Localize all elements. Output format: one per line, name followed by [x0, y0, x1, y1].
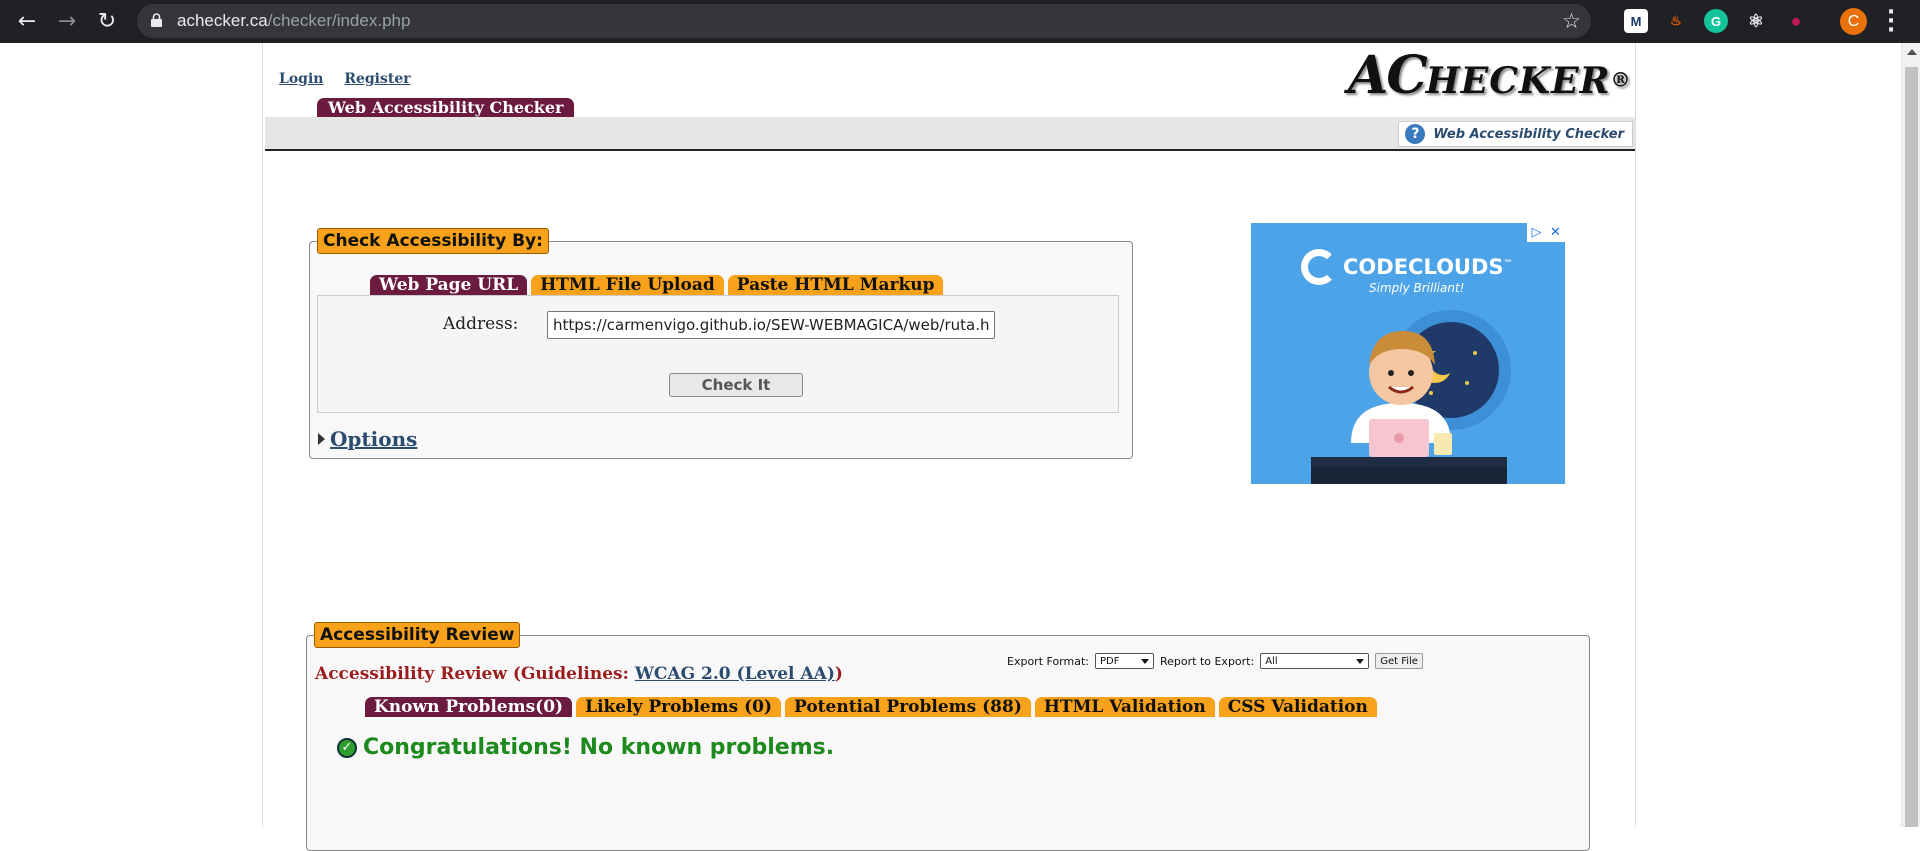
- register-link[interactable]: Register: [344, 71, 410, 87]
- chevron-down-icon: [1140, 658, 1149, 664]
- accessibility-review-fieldset: Accessibility Review Accessibility Revie…: [306, 622, 1590, 851]
- help-link[interactable]: ? Web Accessibility Checker: [1398, 121, 1633, 147]
- url-text: achecker.ca/checker/index.php: [177, 11, 411, 30]
- check-it-button[interactable]: Check It: [669, 373, 803, 397]
- back-icon[interactable]: ←: [12, 6, 42, 36]
- congratulations-message: ✓ Congratulations! No known problems.: [337, 735, 834, 760]
- input-method-tabs: Web Page URL HTML File Upload Paste HTML…: [370, 275, 944, 295]
- options-toggle[interactable]: Options: [318, 427, 417, 451]
- chevron-down-icon: [1356, 658, 1365, 664]
- lock-icon: [151, 13, 162, 27]
- bookmark-star-icon[interactable]: ☆: [1562, 9, 1581, 33]
- account-links: Login Register: [279, 71, 427, 87]
- address-input[interactable]: https://carmenvigo.github.io/SEW-WEBMAGI…: [547, 311, 995, 339]
- forward-icon[interactable]: →: [52, 6, 82, 36]
- tab-potential-problems[interactable]: Potential Problems (88): [785, 697, 1031, 717]
- sub-header-bar: ? Web Accessibility Checker: [265, 117, 1635, 151]
- accessibility-review-legend: Accessibility Review: [314, 622, 521, 648]
- mailtrack-icon[interactable]: M: [1624, 9, 1648, 33]
- browser-toolbar: ← → ↻ achecker.ca/checker/index.php ☆ M …: [0, 0, 1920, 43]
- tab-web-page-url[interactable]: Web Page URL: [370, 275, 528, 295]
- profile-avatar[interactable]: C: [1840, 8, 1867, 35]
- export-format-label: Export Format:: [1007, 654, 1089, 668]
- export-format-select[interactable]: PDF: [1094, 653, 1154, 669]
- report-to-export-label: Report to Export:: [1159, 654, 1255, 668]
- expand-arrow-icon: [318, 433, 325, 445]
- options-link[interactable]: Options: [330, 427, 417, 451]
- menu-kebab-icon[interactable]: · · ·: [1886, 2, 1896, 42]
- page-scrollbar[interactable]: [1901, 43, 1920, 827]
- check-accessibility-fieldset: Check Accessibility By: Web Page URL HTM…: [309, 228, 1133, 459]
- checkmark-icon: ✓: [337, 737, 357, 758]
- scroll-up-arrow-icon[interactable]: [1907, 49, 1917, 55]
- url-panel: Address: https://carmenvigo.github.io/SE…: [317, 295, 1119, 413]
- check-accessibility-legend: Check Accessibility By:: [317, 228, 549, 254]
- extension-fire-icon[interactable]: ♨: [1664, 9, 1688, 33]
- help-question-icon: ?: [1405, 124, 1426, 144]
- page-content: Login Register ACHECKER® Web Accessibili…: [262, 43, 1636, 851]
- export-controls: Export Format: PDF Report to Export: All…: [1007, 653, 1423, 669]
- advertisement[interactable]: ▷ ✕ CODECLOUDS™ Simply Brilliant!: [1251, 223, 1565, 484]
- address-bar[interactable]: achecker.ca/checker/index.php ☆: [137, 4, 1591, 38]
- tab-known-problems[interactable]: Known Problems(0): [365, 697, 573, 717]
- address-label: Address:: [443, 314, 519, 334]
- review-heading: Accessibility Review (Guidelines: WCAG 2…: [315, 664, 843, 684]
- review-tabs: Known Problems(0) Likely Problems (0) Po…: [365, 697, 1377, 717]
- login-link[interactable]: Login: [279, 71, 323, 87]
- extension-pink-icon[interactable]: ●: [1784, 9, 1808, 33]
- tab-likely-problems[interactable]: Likely Problems (0): [576, 697, 782, 717]
- wcag-guideline-link[interactable]: WCAG 2.0 (Level AA): [635, 664, 835, 684]
- grammarly-icon[interactable]: G: [1704, 9, 1728, 33]
- report-to-export-select[interactable]: All: [1260, 653, 1370, 669]
- achecker-logo: ACHECKER®: [1348, 45, 1631, 106]
- get-file-button[interactable]: Get File: [1375, 653, 1423, 669]
- main-nav-tab[interactable]: Web Accessibility Checker: [317, 98, 575, 118]
- reload-icon[interactable]: ↻: [92, 6, 122, 36]
- help-link-label: Web Accessibility Checker: [1433, 126, 1624, 142]
- ad-illustration: [1311, 310, 1511, 484]
- tab-html-file-upload[interactable]: HTML File Upload: [531, 275, 724, 295]
- scrollbar-thumb[interactable]: [1905, 67, 1918, 827]
- tab-css-validation[interactable]: CSS Validation: [1218, 697, 1377, 717]
- react-devtools-icon[interactable]: ⚛: [1744, 9, 1768, 33]
- tab-paste-html-markup[interactable]: Paste HTML Markup: [727, 275, 944, 295]
- tab-html-validation[interactable]: HTML Validation: [1034, 697, 1215, 717]
- congratulations-text: Congratulations! No known problems.: [363, 735, 835, 760]
